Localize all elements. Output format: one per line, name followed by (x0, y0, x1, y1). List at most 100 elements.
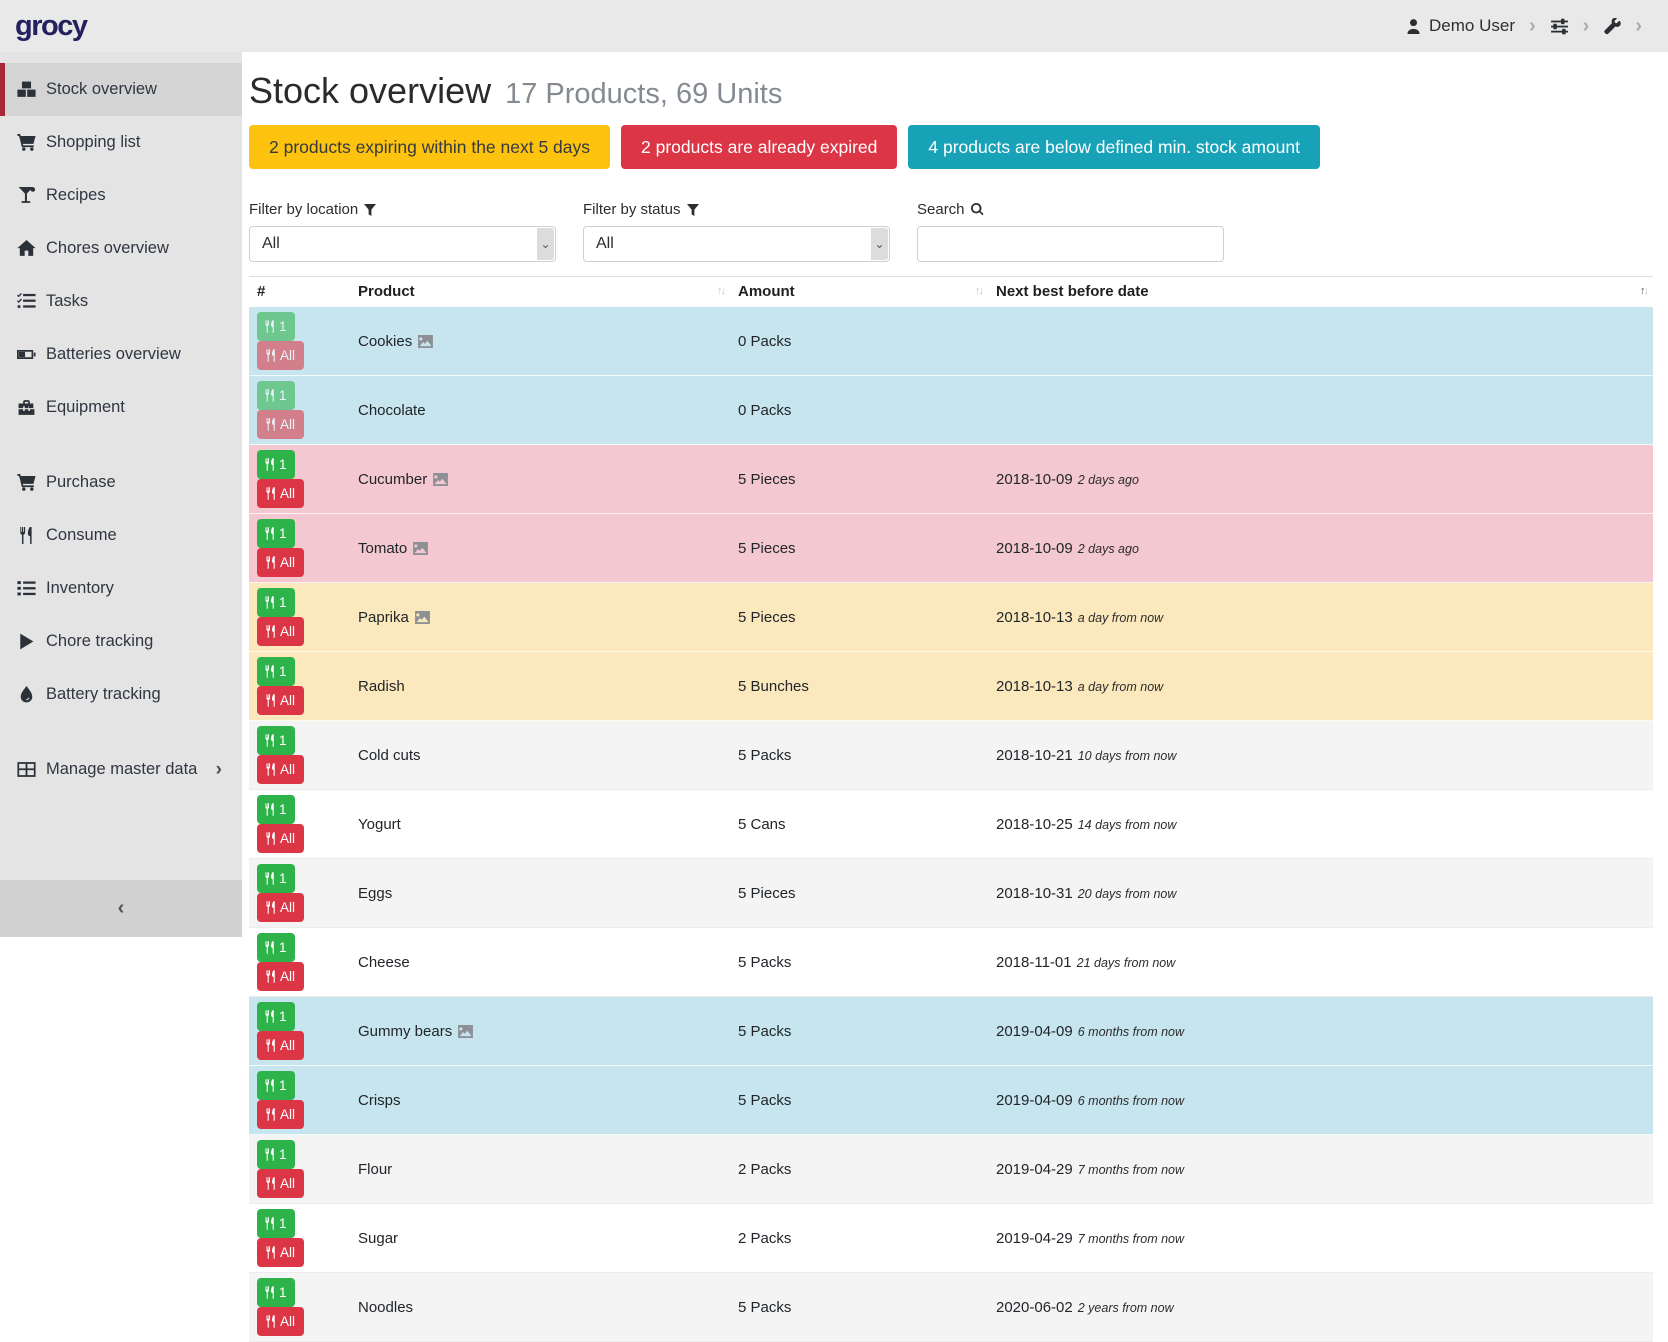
consume-all-button[interactable]: All (257, 479, 304, 508)
sidebar-item-manage-master-data[interactable]: Manage master data › (0, 743, 242, 796)
play-icon (17, 633, 36, 650)
consume-one-button[interactable]: 1 (257, 1002, 295, 1031)
user-menu[interactable]: Demo User (1405, 16, 1515, 36)
consume-one-button[interactable]: 1 (257, 588, 295, 617)
consume-all-button[interactable]: All (257, 893, 304, 922)
utensils-icon (265, 1217, 275, 1230)
sidebar-item-equipment[interactable]: Equipment (0, 381, 242, 434)
consume-all-button[interactable]: All (257, 548, 304, 577)
sidebar-item-chores-overview[interactable]: Chores overview (0, 222, 242, 275)
product-name: Yogurt (358, 816, 401, 833)
utensils-icon (265, 941, 275, 954)
consume-one-button[interactable]: 1 (257, 795, 295, 824)
consume-one-button[interactable]: 1 (257, 657, 295, 686)
consume-all-button[interactable]: All (257, 341, 304, 370)
consume-all-button[interactable]: All (257, 755, 304, 784)
chevron-left-icon: ‹ (118, 897, 125, 920)
consume-all-button[interactable]: All (257, 1238, 304, 1267)
table-row: 1 All Radish 5 Bunches 2018-10-13a day f… (249, 652, 1653, 721)
consume-one-button[interactable]: 1 (257, 312, 295, 341)
sidebar-item-tasks[interactable]: Tasks (0, 275, 242, 328)
best-before-date: 2019-04-29 (996, 1161, 1073, 1178)
consume-all-button[interactable]: All (257, 962, 304, 991)
search-input[interactable] (918, 227, 1223, 261)
utensils-icon (265, 1148, 275, 1161)
sidebar-item-shopping-list[interactable]: Shopping list (0, 116, 242, 169)
sidebar-item-purchase[interactable]: Purchase (0, 456, 242, 509)
utensils-icon (266, 1108, 276, 1121)
product-name: Cheese (358, 954, 410, 971)
sort-icon: ↑↓ (717, 285, 724, 297)
consume-one-button[interactable]: 1 (257, 726, 295, 755)
date-relative: 2 years from now (1078, 1301, 1174, 1315)
page-head: Stock overview 17 Products, 69 Units (249, 70, 1653, 112)
consume-all-button[interactable]: All (257, 617, 304, 646)
consume-one-button[interactable]: 1 (257, 1278, 295, 1307)
alerts-row: 2 products expiring within the next 5 da… (249, 125, 1653, 169)
sidebar-item-label: Batteries overview (46, 345, 181, 364)
settings-menu[interactable] (1550, 18, 1569, 35)
date-relative: 7 months from now (1078, 1163, 1184, 1177)
filter-location-field: Filter by location All ⌄ (249, 201, 556, 262)
consume-all-button[interactable]: All (257, 1169, 304, 1198)
sidebar-item-consume[interactable]: Consume (0, 509, 242, 562)
app-logo[interactable]: grocy (15, 10, 86, 43)
sidebar-item-chore-tracking[interactable]: Chore tracking (0, 615, 242, 668)
admin-menu[interactable] (1603, 18, 1621, 35)
expiring-alert-button[interactable]: 2 products expiring within the next 5 da… (249, 125, 610, 169)
product-image-icon (458, 1025, 473, 1038)
table-row: 1 All Cookies 0 Packs (249, 307, 1653, 376)
date-relative: 20 days from now (1078, 887, 1177, 901)
sidebar-collapse-button[interactable]: ‹ (0, 880, 242, 937)
date-relative: 14 days from now (1078, 818, 1177, 832)
consume-all-button[interactable]: All (257, 1307, 304, 1336)
table-row: 1 All Noodles 5 Packs 2020-06-022 years … (249, 1273, 1653, 1342)
sidebar-item-battery-tracking[interactable]: Battery tracking (0, 668, 242, 721)
utensils-icon (265, 1079, 275, 1092)
sidebar-item-stock-overview[interactable]: Stock overview (0, 63, 242, 116)
consume-all-button[interactable]: All (257, 686, 304, 715)
utensils-icon (265, 665, 275, 678)
consume-one-button[interactable]: 1 (257, 864, 295, 893)
below-min-stock-alert-button[interactable]: 4 products are below defined min. stock … (908, 125, 1320, 169)
table-icon (17, 761, 36, 778)
column-header-best-before[interactable]: Next best before date ↑↓ (988, 277, 1653, 308)
consume-all-button[interactable]: All (257, 1031, 304, 1060)
best-before-date: 2018-10-21 (996, 747, 1073, 764)
consume-one-button[interactable]: 1 (257, 519, 295, 548)
consume-one-button[interactable]: 1 (257, 933, 295, 962)
date-relative: a day from now (1078, 611, 1163, 625)
sort-icon: ↑↓ (1640, 285, 1647, 297)
sidebar-item-batteries-overview[interactable]: Batteries overview (0, 328, 242, 381)
expired-alert-button[interactable]: 2 products are already expired (621, 125, 897, 169)
column-header-product[interactable]: Product ↑↓ (350, 277, 730, 308)
filter-location-select[interactable]: All ⌄ (249, 226, 556, 262)
consume-all-button[interactable]: All (257, 410, 304, 439)
sidebar-item-inventory[interactable]: Inventory (0, 562, 242, 615)
consume-all-button[interactable]: All (257, 824, 304, 853)
chevron-right-icon: › (1583, 16, 1590, 36)
boxes-icon (17, 81, 36, 98)
amount-value: 5 Packs (738, 1299, 791, 1316)
date-relative: 10 days from now (1078, 749, 1177, 763)
filter-status-select[interactable]: All ⌄ (583, 226, 890, 262)
sidebar-item-label: Chores overview (46, 239, 169, 258)
amount-value: 5 Pieces (738, 471, 796, 488)
consume-one-button[interactable]: 1 (257, 450, 295, 479)
consume-one-button[interactable]: 1 (257, 1071, 295, 1100)
consume-one-button[interactable]: 1 (257, 1209, 295, 1238)
wrench-icon (1603, 18, 1621, 35)
consume-all-button[interactable]: All (257, 1100, 304, 1129)
product-name: Cookies (358, 333, 412, 350)
column-header-amount[interactable]: Amount ↑↓ (730, 277, 988, 308)
consume-one-button[interactable]: 1 (257, 381, 295, 410)
date-relative: 6 months from now (1078, 1025, 1184, 1039)
consume-one-button[interactable]: 1 (257, 1140, 295, 1169)
utensils-icon (266, 694, 276, 707)
table-row: 1 All Cucumber 5 Pieces 2018-10-092 days… (249, 445, 1653, 514)
sort-icon: ↑↓ (975, 285, 982, 297)
topbar-right: Demo User › › › (1405, 16, 1646, 36)
droplet-icon (17, 686, 36, 703)
sidebar-item-recipes[interactable]: Recipes (0, 169, 242, 222)
table-row: 1 All Gummy bears 5 Packs 2019-04-096 mo… (249, 997, 1653, 1066)
